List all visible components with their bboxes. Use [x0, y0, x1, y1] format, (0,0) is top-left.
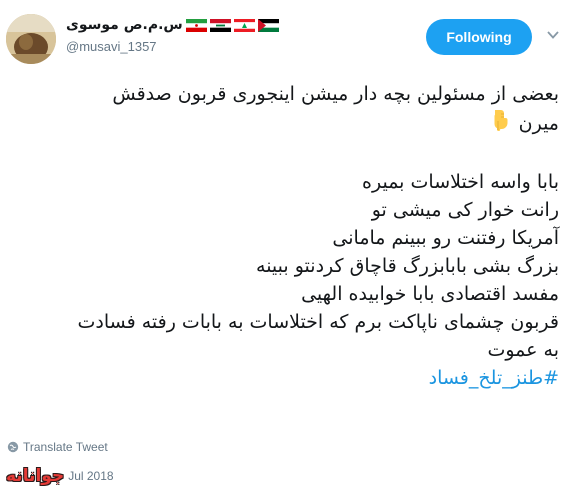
iraq-flag-icon [209, 18, 231, 32]
tweet-line: بعضی از مسئولین بچه دار میشن اینجوری قرب… [112, 83, 559, 105]
tweet-line: بابا واسه اختلاسات بمیره [362, 171, 559, 193]
pointing-down-hand-icon [489, 108, 511, 140]
tweet-line: رانت خوار کی میشی تو [371, 199, 559, 221]
user-name-row: س.م.ص موسوی [66, 14, 279, 36]
display-name[interactable]: س.م.ص موسوی [66, 17, 183, 33]
tweet-line: بزرگ بشی بابابزرگ قاچاق کردنتو ببینه [256, 255, 559, 277]
hashtag-line: #طنز_تلخ_فساد [11, 364, 559, 392]
tweet-line: قربون چشمای ناپاکت برم که اختلاسات به با… [77, 311, 560, 333]
tweet-line: به عموت [487, 339, 559, 361]
palestine-flag-icon [257, 18, 279, 32]
following-button[interactable]: Following [426, 19, 532, 55]
translate-tweet-label: Translate Tweet [23, 440, 108, 454]
iran-flag-icon [185, 18, 207, 32]
chevron-down-icon [547, 31, 559, 39]
avatar-image [6, 14, 56, 64]
tweet-line: میرن [518, 112, 559, 135]
watermark-logo: جوانانه [6, 466, 65, 486]
hashtag-link[interactable]: #طنز_تلخ_فساد [429, 367, 559, 389]
tweet-timestamp-row: جوانانه Jul 2018 [6, 466, 114, 486]
globe-icon [7, 441, 19, 453]
tweet-line: مفسد اقتصادی بابا خوابیده الهیی [301, 283, 559, 305]
tweet-text: بعضی از مسئولین بچه دار میشن اینجوری قرب… [11, 80, 560, 392]
lebanon-flag-icon [233, 18, 255, 32]
tweet-menu-button[interactable] [546, 28, 560, 42]
user-handle[interactable]: @musavi_1357 [66, 39, 157, 54]
avatar[interactable] [6, 14, 56, 64]
tweet-line-with-emoji: میرن [11, 108, 559, 140]
translate-tweet-link[interactable]: Translate Tweet [7, 440, 108, 454]
tweet-line: آمریکا رفتنت رو ببینم مامانی [332, 227, 559, 249]
tweet-timestamp[interactable]: Jul 2018 [68, 469, 113, 483]
